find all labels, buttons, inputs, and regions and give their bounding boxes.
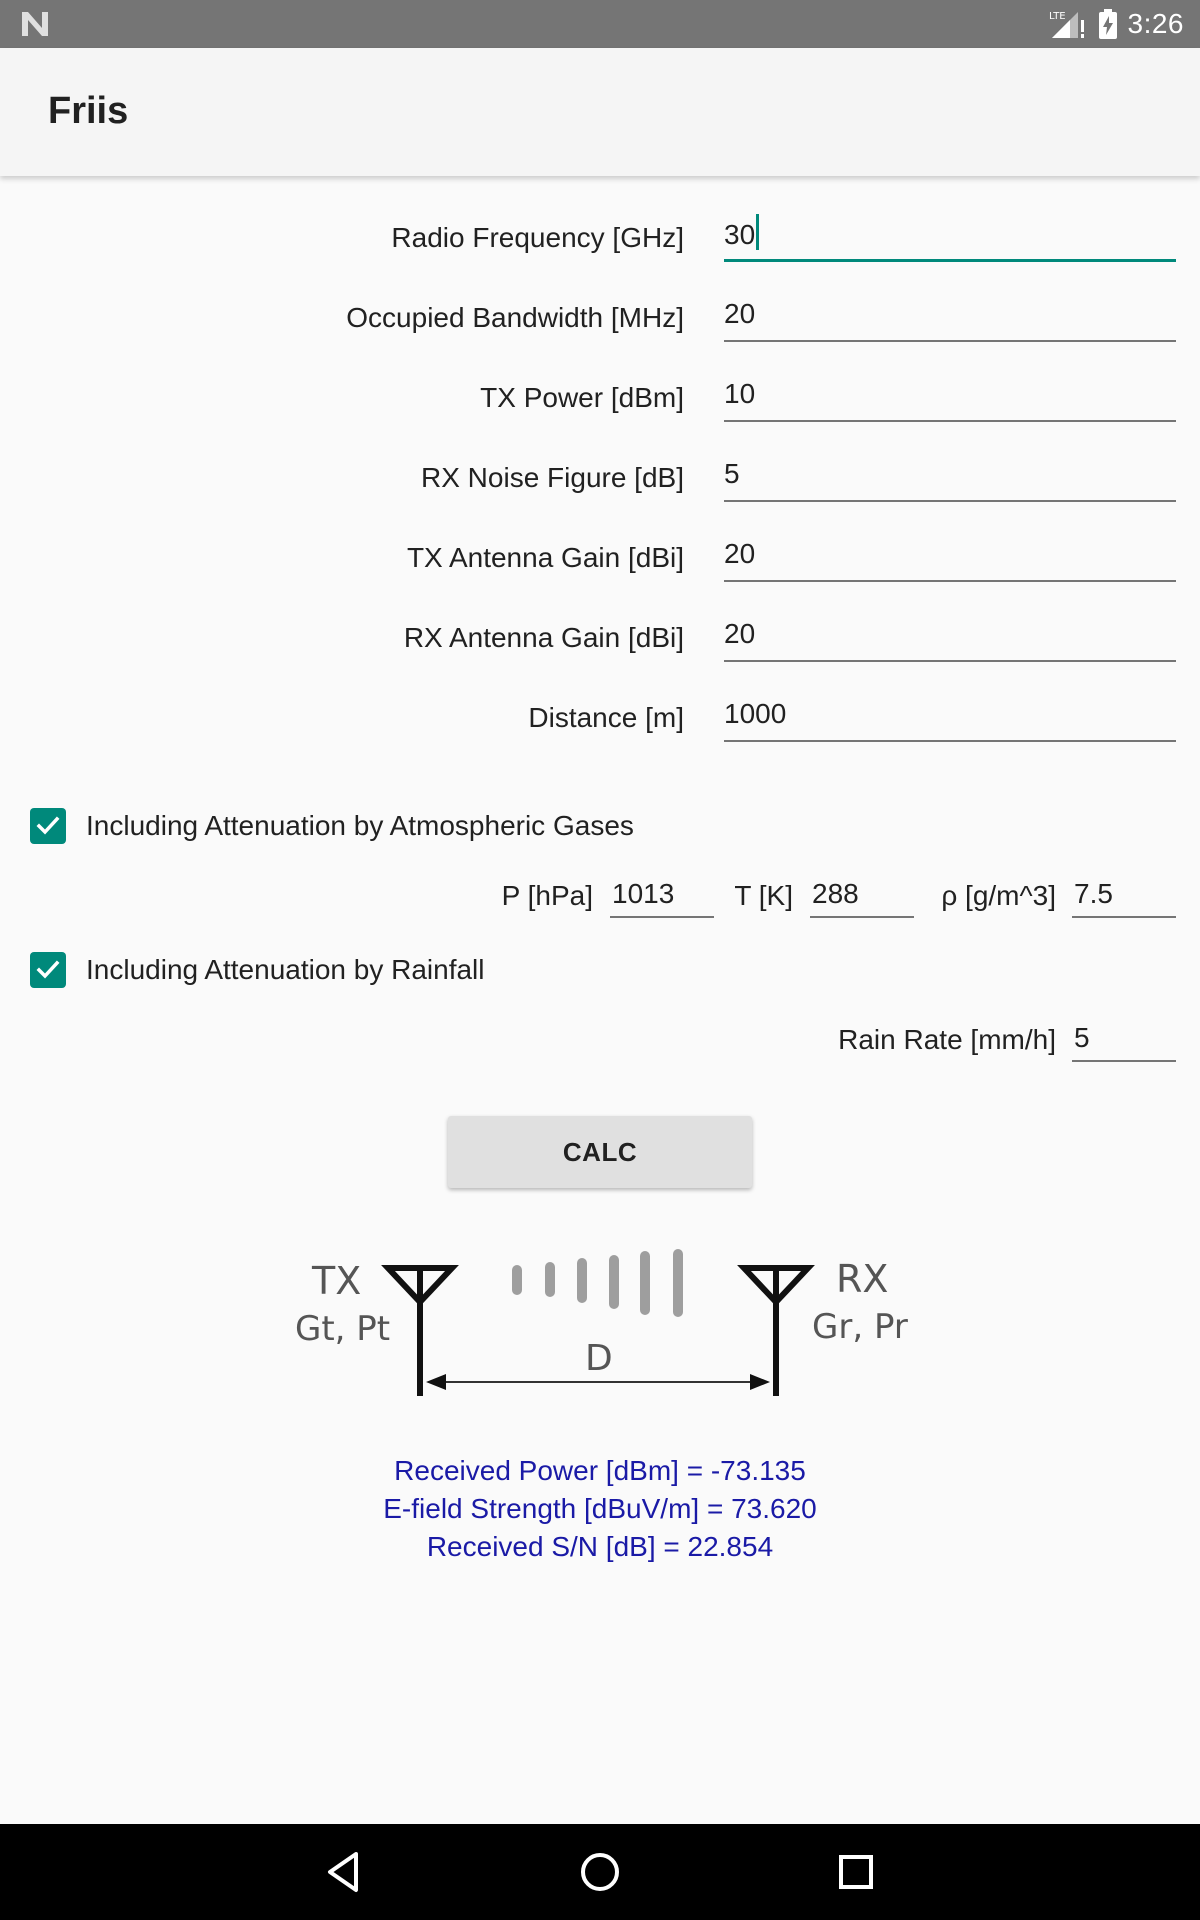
tx-params-label: Gt, Pt <box>295 1309 390 1349</box>
frequency-label: Radio Frequency [GHz] <box>391 222 684 253</box>
svg-text:LTE: LTE <box>1049 11 1066 22</box>
distance-label: Distance [m] <box>528 702 684 733</box>
tx-label: TX <box>311 1259 361 1303</box>
rain-rate-label: Rain Rate [mm/h] <box>838 1024 1056 1055</box>
atmospheric-checkbox[interactable] <box>30 808 66 844</box>
bandwidth-label: Occupied Bandwidth [MHz] <box>346 302 684 333</box>
calc-button[interactable]: CALC <box>448 1116 752 1188</box>
pressure-label: P [hPa] <box>501 880 593 911</box>
atmospheric-checkbox-row[interactable]: Including Attenuation by Atmospheric Gas… <box>30 806 634 846</box>
frequency-input[interactable]: 30 <box>724 214 1176 262</box>
rainfall-checkbox[interactable] <box>30 952 66 988</box>
received-power-result: Received Power [dBm] = -73.135 <box>394 1455 806 1486</box>
form-row-tx-power: TX Power [dBm] 10 <box>0 342 1200 422</box>
rainfall-checkbox-label: Including Attenuation by Rainfall <box>86 954 485 985</box>
form-row-rx-gain: RX Antenna Gain [dBi] 20 <box>0 582 1200 662</box>
noise-figure-input[interactable]: 5 <box>724 454 1176 502</box>
pressure-input[interactable]: 1013 <box>610 874 714 918</box>
rx-gain-input[interactable]: 20 <box>724 614 1176 662</box>
friis-link-diagram: TX Gt, Pt RX Gr, Pr D <box>295 1249 908 1396</box>
form-row-frequency: Radio Frequency [GHz] 30 <box>0 182 1200 262</box>
rx-label: RX <box>836 1257 888 1301</box>
rx-params-label: Gr, Pr <box>812 1307 908 1347</box>
recents-icon[interactable] <box>834 1848 878 1896</box>
navigation-bar <box>0 1824 1200 1920</box>
rx-gain-label: RX Antenna Gain [dBi] <box>403 622 684 653</box>
home-icon[interactable] <box>578 1848 622 1896</box>
density-input[interactable]: 7.5 <box>1072 874 1176 918</box>
checkmark-icon <box>36 816 60 835</box>
tx-power-label: TX Power [dBm] <box>480 382 684 413</box>
back-icon[interactable] <box>322 1848 366 1896</box>
efield-strength-result: E-field Strength [dBuV/m] = 73.620 <box>383 1493 817 1524</box>
tx-gain-label: TX Antenna Gain [dBi] <box>406 542 684 573</box>
form-row-bandwidth: Occupied Bandwidth [MHz] 20 <box>0 262 1200 342</box>
checkmark-icon <box>36 960 60 979</box>
tx-power-input[interactable]: 10 <box>724 374 1176 422</box>
signal-noise-result: Received S/N [dB] = 22.854 <box>426 1531 774 1562</box>
results-panel: Received Power [dBm] = -73.135 E-field S… <box>0 1452 1200 1566</box>
text-caret <box>756 214 760 250</box>
temperature-label: T [K] <box>734 880 793 911</box>
distance-symbol-label: D <box>585 1338 613 1379</box>
bandwidth-input[interactable]: 20 <box>724 294 1176 342</box>
battery-charging-icon <box>1098 9 1117 39</box>
rain-rate-input[interactable]: 5 <box>1072 1018 1176 1062</box>
lte-signal-icon: LTE <box>1049 11 1084 38</box>
temperature-input[interactable]: 288 <box>810 874 914 918</box>
rainfall-checkbox-row[interactable]: Including Attenuation by Rainfall <box>30 950 485 990</box>
noise-figure-label: RX Noise Figure [dB] <box>421 462 684 493</box>
status-time: 3:26 <box>1127 8 1184 39</box>
status-bar: LTE 3:26 <box>0 0 1200 48</box>
atmospheric-checkbox-label: Including Attenuation by Atmospheric Gas… <box>86 810 634 841</box>
form-row-noise-figure: RX Noise Figure [dB] 5 <box>0 422 1200 502</box>
distance-input[interactable]: 1000 <box>724 694 1176 742</box>
density-label: ρ [g/m^3] <box>941 880 1056 911</box>
form-row-distance: Distance [m] 1000 <box>0 662 1200 742</box>
page-title: Friis <box>48 90 129 132</box>
radio-wave-icon <box>512 1249 683 1317</box>
tx-gain-input[interactable]: 20 <box>724 534 1176 582</box>
app-bar: Friis <box>0 48 1200 176</box>
form-row-tx-gain: TX Antenna Gain [dBi] 20 <box>0 502 1200 582</box>
n-logo-icon <box>22 12 48 36</box>
